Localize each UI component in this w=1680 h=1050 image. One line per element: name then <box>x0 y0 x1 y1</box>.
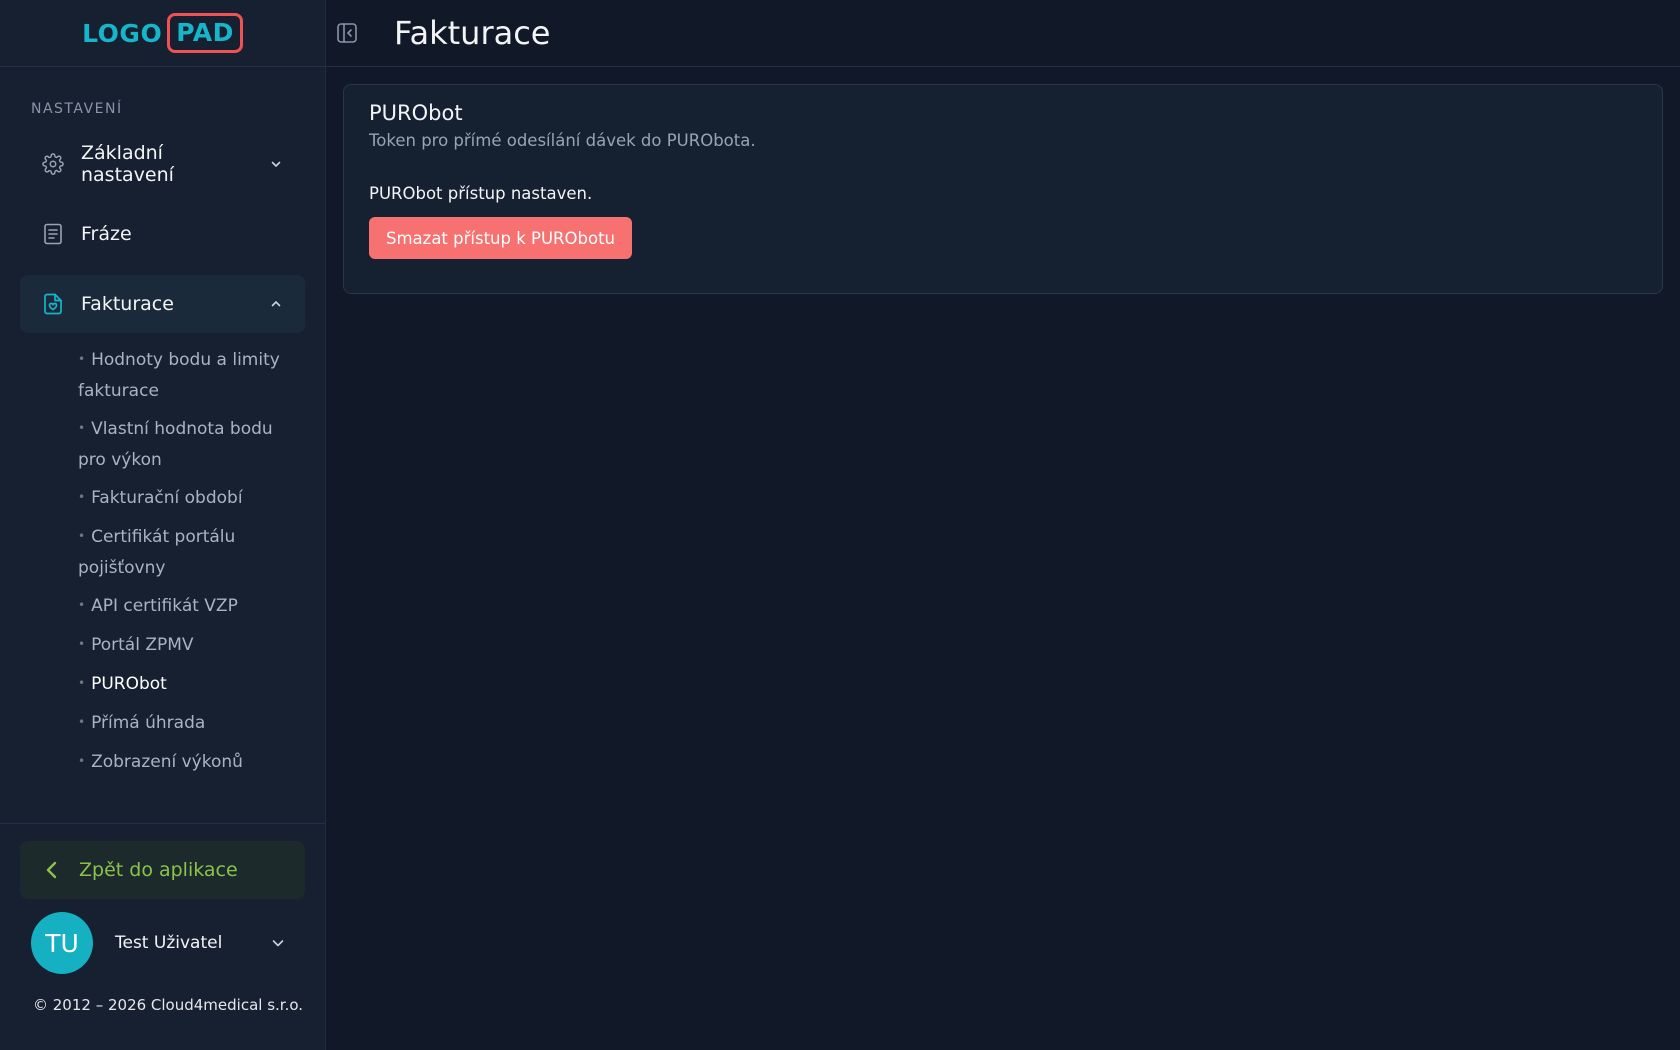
chevron-down-icon <box>269 157 283 171</box>
chevron-up-icon <box>269 297 283 311</box>
subnav-item-label: Portál ZPMV <box>91 635 194 655</box>
subnav-item-prima-uhrada[interactable]: • Přímá úhrada <box>78 704 305 743</box>
sidebar-subnav: • Hodnoty bodu a limity fakturace • Vlastn… <box>0 333 325 782</box>
bullet-icon: • <box>78 352 86 366</box>
subnav-item-portal-zpmv[interactable]: • Portál ZPMV <box>78 626 305 665</box>
main-content: Fakturace PURObot Token pro přímé odesíl… <box>326 0 1680 1050</box>
bullet-icon: • <box>78 715 86 729</box>
bullet-icon: • <box>78 421 86 435</box>
sidebar-item-zakladni-nastaveni[interactable]: Základní nastavení <box>20 135 305 193</box>
bullet-icon: • <box>78 754 86 768</box>
sidebar: LOGO PAD NASTAVENÍ Základní nastavení Fr… <box>0 0 326 1050</box>
sidebar-collapse-icon[interactable] <box>336 22 358 44</box>
delete-purobot-access-button[interactable]: Smazat přístup k PURObotu <box>369 217 633 259</box>
section-label: NASTAVENÍ <box>31 101 123 117</box>
logo-text-part2: PAD <box>167 13 243 53</box>
subnav-item-purobot[interactable]: • PURObot <box>78 665 305 704</box>
document-icon <box>42 223 64 245</box>
sidebar-item-label: Fráze <box>81 223 132 245</box>
sidebar-bottom: Zpět do aplikace TU Test Uživatel © 2012… <box>0 823 325 1014</box>
app-root: LOGO PAD NASTAVENÍ Základní nastavení Fr… <box>0 0 1680 1050</box>
card-description: Token pro přímé odesílání dávek do PUROb… <box>369 131 756 150</box>
subnav-item-hodnoty-bodu[interactable]: • Hodnoty bodu a limity fakturace <box>78 341 305 410</box>
back-to-app-button[interactable]: Zpět do aplikace <box>20 841 305 899</box>
sidebar-nav: Základní nastavení Fráze Fakturace <box>0 117 325 333</box>
sidebar-item-fakturace[interactable]: Fakturace <box>20 275 305 333</box>
subnav-item-label: API certifikát VZP <box>91 596 238 616</box>
subnav-item-label: Vlastní hodnota bodu pro výkon <box>78 419 273 470</box>
subnav-item-fakturacni-obdobi[interactable]: • Fakturační období <box>78 479 305 518</box>
subnav-item-vlastni-hodnota[interactable]: • Vlastní hodnota bodu pro výkon <box>78 410 305 479</box>
sidebar-item-label: Fakturace <box>81 293 174 315</box>
bullet-icon: • <box>78 676 86 690</box>
status-text: PURObot přístup nastaven. <box>369 184 593 203</box>
subnav-item-label: Fakturační období <box>91 488 243 508</box>
subnav-item-label: Hodnoty bodu a limity fakturace <box>78 350 280 401</box>
subnav-item-label: PURObot <box>91 674 167 694</box>
logo-text-part1: LOGO <box>82 18 163 48</box>
chevron-left-icon <box>42 860 62 880</box>
subnav-item-label: Certifikát portálu pojišťovny <box>78 527 236 578</box>
subnav-item-zobrazeni-vykonu[interactable]: • Zobrazení výkonů <box>78 743 305 782</box>
subnav-item-api-certifikat[interactable]: • API certifikát VZP <box>78 587 305 626</box>
bullet-icon: • <box>78 637 86 651</box>
user-name: Test Uživatel <box>115 933 223 953</box>
user-menu[interactable]: TU Test Uživatel <box>31 912 286 974</box>
subnav-item-certifikat-portalu[interactable]: • Certifikát portálu pojišťovny <box>78 518 305 587</box>
logo-bar: LOGO PAD <box>0 0 325 67</box>
topbar: Fakturace <box>326 0 1680 67</box>
subnav-item-label: Zobrazení výkonů <box>91 752 243 772</box>
back-to-app-label: Zpět do aplikace <box>79 859 238 881</box>
bullet-icon: • <box>78 490 86 504</box>
sidebar-item-fraze[interactable]: Fráze <box>20 205 305 263</box>
chevron-down-icon <box>270 935 286 951</box>
gear-icon <box>42 153 64 175</box>
card-title: PURObot <box>369 101 463 125</box>
copyright: © 2012 – 2026 Cloud4medical s.r.o. <box>33 996 304 1014</box>
bullet-icon: • <box>78 529 86 543</box>
page-title: Fakturace <box>394 14 551 52</box>
invoice-icon <box>42 293 64 315</box>
avatar: TU <box>31 912 93 974</box>
subnav-item-label: Přímá úhrada <box>91 713 206 733</box>
bullet-icon: • <box>78 598 86 612</box>
sidebar-item-label: Základní nastavení <box>81 142 174 186</box>
logo[interactable]: LOGO PAD <box>82 13 243 53</box>
purobot-card: PURObot Token pro přímé odesílání dávek … <box>343 84 1663 294</box>
